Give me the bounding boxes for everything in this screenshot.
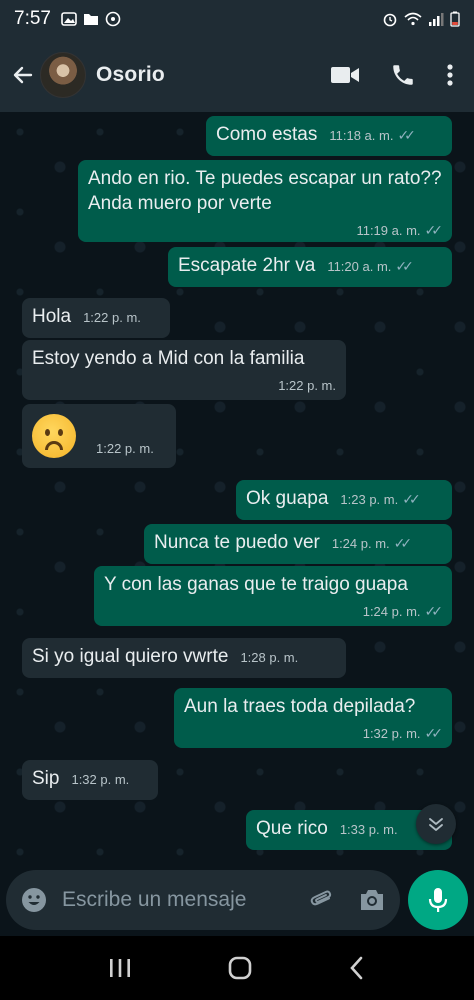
phone-icon[interactable] [390, 62, 416, 88]
message-bubble[interactable]: Ok guapa 1:23 p. m. ✓✓ [236, 480, 452, 520]
message-bubble[interactable]: Hola 1:22 p. m. [22, 298, 170, 338]
read-receipt-icon: ✓✓ [424, 222, 444, 238]
back-arrow-icon [13, 66, 33, 84]
message-text: Nunca te puedo ver [154, 532, 320, 553]
battery-icon [450, 11, 460, 27]
status-bar: 7:57 [0, 0, 474, 38]
emoji-icon[interactable] [20, 886, 48, 914]
contact-name[interactable]: Osorio [96, 63, 165, 87]
frowning-face-emoji-icon [32, 414, 76, 458]
message-text: Sip [32, 768, 60, 789]
message-text: Ando en rio. Te puedes escapar un rato??… [88, 168, 442, 214]
message-bubble[interactable]: Y con las ganas que te traigo guapa 1:24… [94, 566, 452, 626]
message-meta: 1:33 p. m. [340, 817, 398, 842]
message-meta: 1:32 p. m. [71, 767, 129, 792]
message-meta: 1:22 p. m. [83, 305, 141, 330]
message-meta: 11:18 a. m. ✓✓ [329, 123, 416, 148]
message-time: 11:19 a. m. [356, 223, 421, 238]
message-meta: 1:23 p. m. ✓✓ [340, 487, 421, 512]
message-text: Escapate 2hr va [178, 255, 316, 276]
message-time: 1:24 p. m. [331, 536, 390, 551]
whatsapp-notification-icon [105, 11, 121, 27]
message-meta: 1:28 p. m. [240, 645, 298, 670]
alarm-icon [383, 13, 397, 27]
message-time: 1:32 p. m. [71, 772, 130, 787]
message-text: Si yo igual quiero vwrte [32, 646, 229, 667]
attach-icon[interactable] [308, 886, 336, 914]
back-nav-icon[interactable] [347, 955, 367, 981]
message-text: Ok guapa [246, 488, 329, 509]
scroll-down-icon [429, 818, 443, 831]
message-meta: 1:32 p. m. ✓✓ [184, 721, 444, 746]
message-bubble[interactable]: Como estas 11:18 a. m. ✓✓ [206, 116, 452, 156]
message-input-container[interactable] [6, 870, 400, 930]
message-text: Aun la traes toda depilada? [184, 696, 416, 717]
message-text: Hola [32, 306, 72, 327]
message-time: 1:33 p. m. [339, 822, 398, 837]
status-time: 7:57 [14, 8, 51, 29]
read-receipt-icon: ✓✓ [424, 603, 444, 619]
message-meta: 1:24 p. m. ✓✓ [104, 599, 444, 624]
message-bubble[interactable]: Aun la traes toda depilada? 1:32 p. m. ✓✓ [174, 688, 452, 748]
message-meta: 1:24 p. m. ✓✓ [331, 531, 413, 556]
message-time: 1:23 p. m. [340, 492, 399, 507]
folder-notification-icon [83, 14, 98, 25]
gallery-notification-icon [61, 12, 77, 26]
message-bubble[interactable]: Escapate 2hr va 11:20 a. m. ✓✓ [168, 247, 452, 287]
scroll-down-button[interactable] [416, 804, 456, 844]
read-receipt-icon: ✓✓ [393, 535, 413, 551]
message-time: 1:22 p. m. [278, 378, 336, 393]
message-text: Estoy yendo a Mid con la familia [32, 348, 305, 369]
read-receipt-icon: ✓✓ [424, 725, 444, 741]
mic-button[interactable] [408, 870, 468, 930]
back-button[interactable] [8, 60, 38, 90]
chat-area[interactable]: Como estas 11:18 a. m. ✓✓ Ando en rio. Te … [0, 112, 474, 864]
read-receipt-icon: ✓✓ [402, 491, 421, 507]
signal-icon [429, 13, 444, 26]
message-time: 1:28 p. m. [240, 650, 299, 665]
message-meta: 11:19 a. m. ✓✓ [88, 218, 444, 243]
notification-icons [61, 11, 121, 27]
system-nav-bar [0, 936, 474, 1000]
message-meta: 11:20 a. m. ✓✓ [327, 254, 414, 279]
read-receipt-icon: ✓✓ [395, 258, 414, 274]
message-bubble[interactable]: Sip 1:32 p. m. [22, 760, 158, 800]
message-text: Como estas [216, 124, 318, 145]
mic-icon [428, 888, 448, 912]
more-options-icon[interactable] [446, 63, 454, 87]
video-call-icon[interactable] [330, 65, 360, 85]
read-receipt-icon: ✓✓ [397, 127, 416, 143]
message-time: 1:22 p. m. [96, 440, 154, 456]
message-bubble[interactable]: Si yo igual quiero vwrte 1:28 p. m. [22, 638, 346, 678]
avatar[interactable] [40, 52, 86, 98]
message-time: 1:24 p. m. [362, 604, 421, 619]
message-time: 1:22 p. m. [83, 310, 141, 325]
message-meta: 1:22 p. m. [96, 436, 154, 461]
message-bubble[interactable]: 1:22 p. m. [22, 404, 176, 468]
message-time: 11:18 a. m. [329, 128, 394, 143]
camera-icon[interactable] [358, 887, 386, 913]
message-bubble[interactable]: Ando en rio. Te puedes escapar un rato??… [78, 160, 452, 242]
message-bubble[interactable]: Estoy yendo a Mid con la familia 1:22 p.… [22, 340, 346, 400]
composer [0, 864, 474, 936]
message-bubble[interactable]: Nunca te puedo ver 1:24 p. m. ✓✓ [144, 524, 452, 564]
message-time: 11:20 a. m. [327, 259, 392, 274]
message-text: Y con las ganas que te traigo guapa [104, 574, 408, 595]
wifi-icon [404, 12, 422, 26]
recents-icon[interactable] [107, 957, 133, 979]
message-time: 1:32 p. m. [362, 726, 421, 741]
message-meta: 1:22 p. m. [32, 373, 336, 398]
message-input[interactable] [62, 888, 272, 912]
home-icon[interactable] [227, 955, 253, 981]
message-text: Que rico [256, 818, 328, 839]
chat-header: Osorio [0, 38, 474, 112]
